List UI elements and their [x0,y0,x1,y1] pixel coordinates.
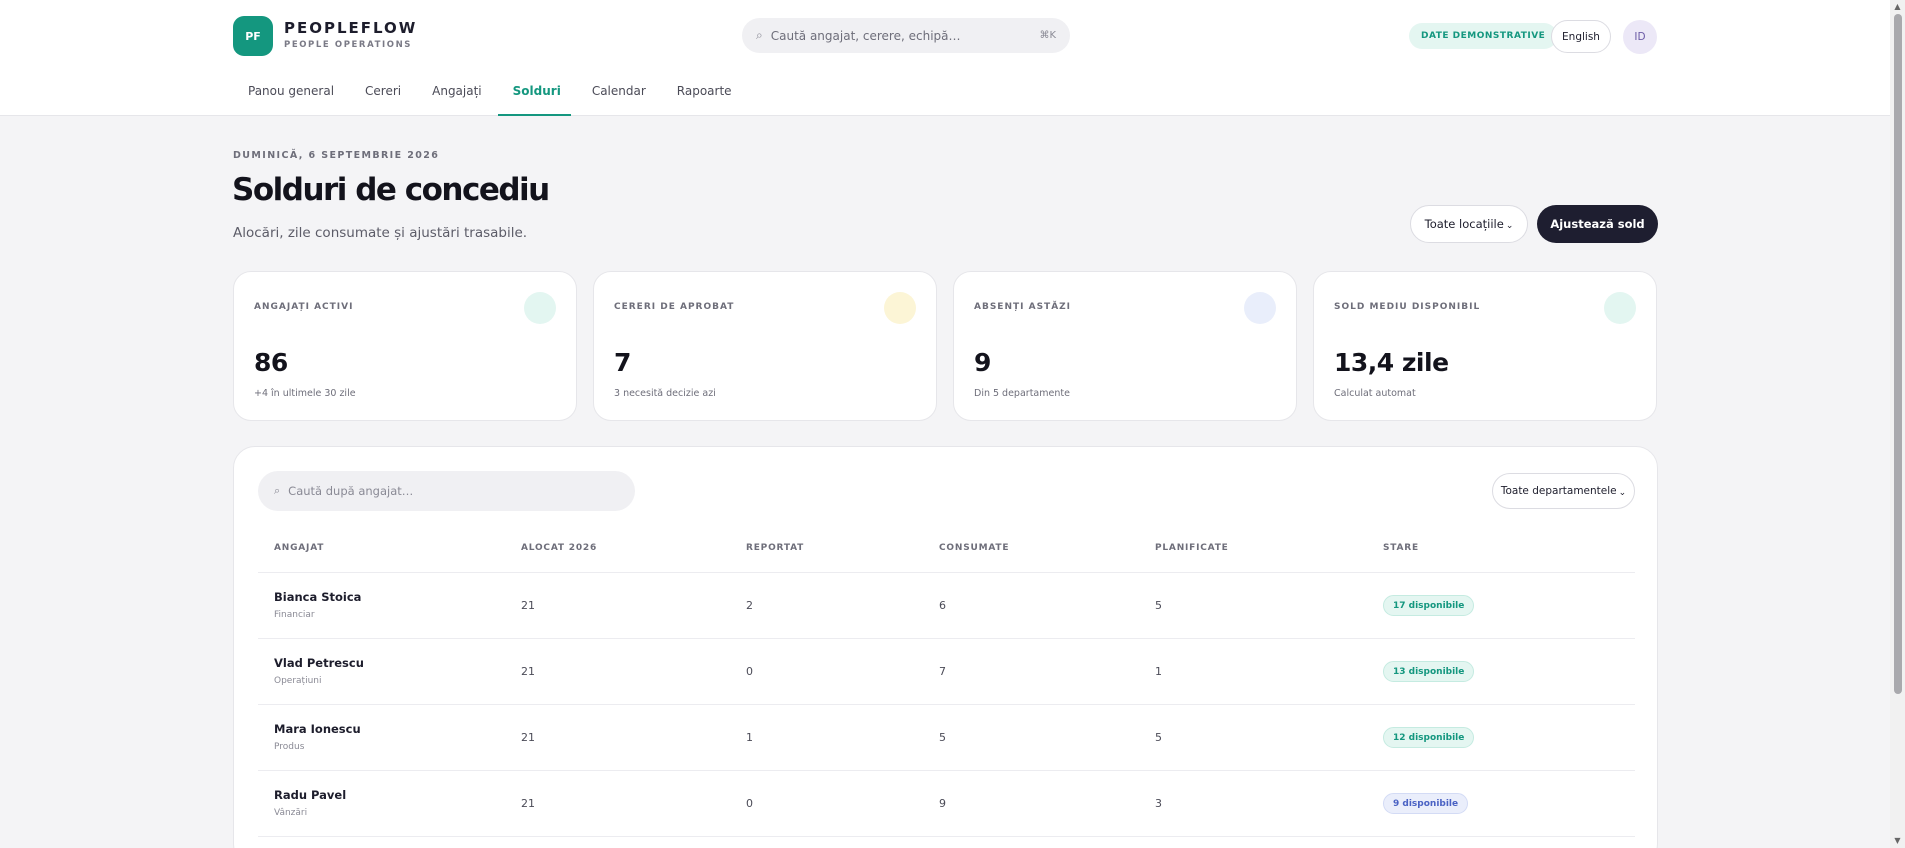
page-subtitle: Alocări, zile consumate și ajustări tras… [233,225,528,241]
employee-name: Bianca Stoica [274,590,362,604]
stat-card-average-balance: SOLD MEDIU DISPONIBIL 13,4 zile Calculat… [1313,271,1657,421]
current-date: DUMINICĂ, 6 SEPTEMBRIE 2026 [233,150,440,161]
allocated-cell: 21 [521,797,535,810]
scroll-up-arrow-icon[interactable]: ▲ [1891,1,1904,13]
employee-department: Vânzări [274,808,308,818]
used-cell: 9 [939,797,946,810]
status-badge: 13 disponibile [1383,661,1475,682]
carried-cell: 0 [746,665,753,678]
employee-department: Operațiuni [274,676,322,686]
allocated-cell: 21 [521,731,535,744]
column-header[interactable]: ANGAJAT [274,543,324,553]
stat-note: 3 necesită decizie azi [614,388,716,399]
allocated-cell: 21 [521,665,535,678]
department-filter-dropdown[interactable]: Toate departamentele ⌄ [1492,473,1635,509]
status-badge: 9 disponibile [1383,793,1469,814]
chevron-down-icon: ⌄ [1505,221,1514,231]
allocated-cell: 21 [521,599,535,612]
search-icon: ⌕ [756,28,763,42]
brand-name: PEOPLEFLOW [284,19,418,37]
column-header[interactable]: PLANIFICATE [1155,543,1229,553]
stat-label: CERERI DE APROBAT [614,302,735,312]
planned-cell: 3 [1155,797,1162,810]
employee-search-input[interactable]: ⌕ Caută după angajat… [258,471,635,511]
stat-note: Calculat automat [1334,388,1416,399]
top-bar: PF PEOPLEFLOW PEOPLE OPERATIONS ⌕ Caută … [0,0,1890,116]
location-filter-dropdown[interactable]: Toate locațiile ⌄ [1410,205,1528,243]
column-header[interactable]: STARE [1383,543,1419,553]
employee-name: Radu Pavel [274,788,347,802]
stat-dot-icon [1604,292,1636,324]
main-nav: Panou general Cereri Angajați Solduri Ca… [233,76,748,116]
location-filter-label: Toate locațiile [1424,217,1504,231]
language-button[interactable]: English [1551,20,1611,53]
stat-label: ANGAJAȚI ACTIVI [254,302,354,312]
scroll-down-arrow-icon[interactable]: ▼ [1891,835,1904,847]
brand-subtitle: PEOPLE OPERATIONS [284,40,413,50]
planned-cell: 1 [1155,665,1162,678]
scrollbar-thumb[interactable] [1894,14,1902,694]
used-cell: 7 [939,665,946,678]
search-icon: ⌕ [274,484,281,497]
stat-dot-icon [524,292,556,324]
logo-badge[interactable]: PF [233,16,273,56]
demo-data-badge: DATE DEMONSTRATIVE [1409,23,1558,49]
employee-department: Financiar [274,610,315,620]
used-cell: 6 [939,599,946,612]
carried-cell: 2 [746,599,753,612]
page-title: Solduri de concediu [232,172,550,208]
stat-label: ABSENȚI ASTĂZI [974,302,1072,312]
stat-value: 7 [614,348,631,377]
department-filter-label: Toate departamentele [1500,485,1617,497]
stat-note: Din 5 departamente [974,388,1070,399]
table-row[interactable]: Bianca Stoica Financiar 21 2 6 5 17 disp… [258,573,1635,639]
status-badge: 12 disponibile [1383,727,1475,748]
chevron-down-icon: ⌄ [1618,488,1627,498]
stat-card-absent-today: ABSENȚI ASTĂZI 9 Din 5 departamente [953,271,1297,421]
adjust-balance-button[interactable]: Ajustează sold [1537,205,1658,243]
employee-department: Produs [274,742,305,752]
shortcut-hint: ⌘K [1039,30,1056,41]
column-header[interactable]: REPORTAT [746,543,804,553]
tab-rapoarte[interactable]: Rapoarte [662,76,742,116]
table-row[interactable]: Radu Pavel Vânzări 21 0 9 3 9 disponibil… [258,771,1635,837]
balances-table-panel: ⌕ Caută după angajat… Toate departamente… [233,446,1658,848]
stat-note: +4 în ultimele 30 zile [254,388,356,399]
table-row[interactable]: Vlad Petrescu Operațiuni 21 0 7 1 13 dis… [258,639,1635,705]
planned-cell: 5 [1155,731,1162,744]
user-avatar[interactable]: ID [1623,20,1657,54]
stat-value: 86 [254,348,288,377]
global-search-placeholder: Caută angajat, cerere, echipă… [770,28,961,43]
tab-panou-general[interactable]: Panou general [233,76,344,116]
global-search-input[interactable]: ⌕ Caută angajat, cerere, echipă… ⌘K [742,18,1070,53]
employee-name: Vlad Petrescu [274,656,364,670]
tab-cereri[interactable]: Cereri [350,76,411,116]
stat-card-pending-requests: CERERI DE APROBAT 7 3 necesită decizie a… [593,271,937,421]
employee-name: Mara Ionescu [274,722,361,736]
tab-solduri[interactable]: Solduri [497,76,571,116]
stat-dot-icon [1244,292,1276,324]
tab-angajati[interactable]: Angajați [417,76,492,116]
used-cell: 5 [939,731,946,744]
table-row[interactable]: Mara Ionescu Produs 21 1 5 5 12 disponib… [258,705,1635,771]
stat-card-active-employees: ANGAJAȚI ACTIVI 86 +4 în ultimele 30 zil… [233,271,577,421]
column-header[interactable]: CONSUMATE [939,543,1009,553]
table-header: ANGAJAT ALOCAT 2026 REPORTAT CONSUMATE P… [258,543,1635,573]
carried-cell: 1 [746,731,753,744]
stat-label: SOLD MEDIU DISPONIBIL [1334,302,1481,312]
employee-search-placeholder: Caută după angajat… [288,484,414,498]
stat-value: 9 [974,348,991,377]
planned-cell: 5 [1155,599,1162,612]
stat-value: 13,4 zile [1334,348,1449,377]
carried-cell: 0 [746,797,753,810]
column-header[interactable]: ALOCAT 2026 [521,543,597,553]
tab-calendar[interactable]: Calendar [577,76,656,116]
stat-dot-icon [884,292,916,324]
status-badge: 17 disponibile [1383,595,1475,616]
